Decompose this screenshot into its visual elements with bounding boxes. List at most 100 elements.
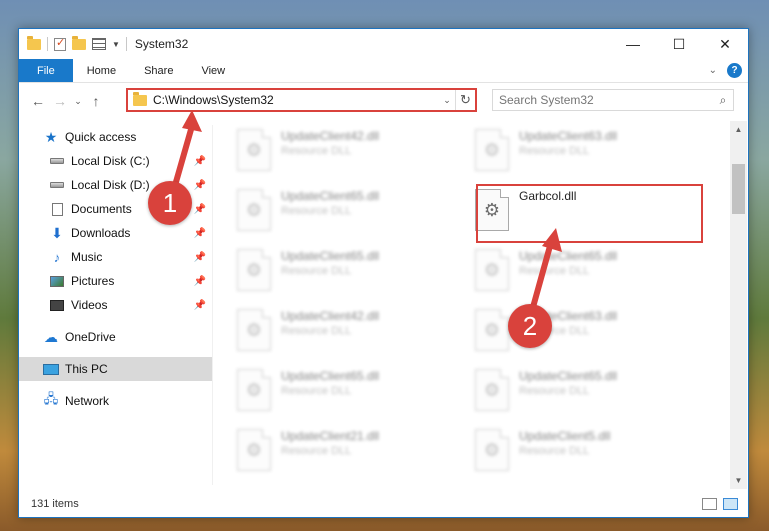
sidebar-item-onedrive[interactable]: ☁ OneDrive xyxy=(19,325,212,349)
address-path[interactable]: C:\Windows\System32 xyxy=(153,93,439,107)
file-item[interactable]: ⚙ UpdateClient63.dll Resource DLL xyxy=(467,305,692,357)
view-toggle xyxy=(702,498,748,510)
file-type: Resource DLL xyxy=(281,385,352,397)
scroll-up-icon[interactable]: ▲ xyxy=(730,121,747,138)
folder-icon[interactable] xyxy=(27,35,41,50)
file-type: Resource DLL xyxy=(281,265,352,277)
pin-icon[interactable]: 📌 xyxy=(194,300,206,311)
file-name: UpdateClient65.dll xyxy=(281,249,380,263)
customize-toolbar-dropdown-icon[interactable]: ▼ xyxy=(112,40,120,49)
file-type: Resource DLL xyxy=(519,265,590,277)
pin-icon[interactable]: 📌 xyxy=(194,252,206,263)
sidebar-item-downloads[interactable]: ⬇ Downloads 📌 xyxy=(19,221,212,245)
file-item[interactable]: ⚙ UpdateClient42.dll Resource DLL xyxy=(229,125,454,177)
dll-file-icon: ⚙ xyxy=(475,429,509,471)
back-button[interactable]: ← xyxy=(27,93,49,109)
sidebar-item-quick-access[interactable]: ★ Quick access xyxy=(19,125,212,149)
new-folder-icon[interactable] xyxy=(72,35,86,50)
tab-file[interactable]: File xyxy=(19,59,73,82)
sidebar-item-label: Quick access xyxy=(65,130,137,144)
file-type: Resource DLL xyxy=(519,385,590,397)
maximize-button[interactable]: ☐ xyxy=(656,29,702,59)
search-icon[interactable]: ⌕ xyxy=(713,93,733,108)
recent-locations-button[interactable]: ⌄ xyxy=(71,96,85,107)
sidebar-item-label: Downloads xyxy=(71,226,131,240)
sidebar-item-label: Local Disk (D:) xyxy=(71,178,150,192)
file-item[interactable]: ⚙ UpdateClient42.dll Resource DLL xyxy=(229,305,454,357)
file-list: ⚙ UpdateClient42.dll Resource DLL ⚙ Updat… xyxy=(219,121,729,487)
star-icon: ★ xyxy=(44,128,58,145)
navigation-bar: ← → ⌄ ↑ C:\Windows\System32 ⌄ ↻ ⌕ xyxy=(19,87,748,115)
pin-icon[interactable]: 📌 xyxy=(194,276,206,287)
file-item[interactable]: ⚙ UpdateClient65.dll Resource DLL xyxy=(467,245,692,297)
sidebar-item-pictures[interactable]: Pictures 📌 xyxy=(19,269,212,293)
sidebar-item-network[interactable]: 🖧 Network xyxy=(19,389,212,413)
scroll-down-icon[interactable]: ▼ xyxy=(730,472,747,489)
file-type: Resource DLL xyxy=(281,445,352,457)
folder-icon xyxy=(133,91,147,106)
up-button[interactable]: ↑ xyxy=(85,93,107,109)
callout-2: 2 xyxy=(508,304,552,348)
ribbon-controls: ⌄ ? xyxy=(709,59,748,82)
videos-icon xyxy=(50,299,64,311)
pin-icon[interactable]: 📌 xyxy=(194,228,206,239)
garbcol-highlight-box xyxy=(476,184,703,243)
sidebar-item-this-pc[interactable]: This PC xyxy=(19,357,212,381)
large-icons-view-icon[interactable] xyxy=(723,498,738,510)
toolbar-separator xyxy=(125,37,127,51)
file-item[interactable]: ⚙ UpdateClient65.dll Resource DLL xyxy=(467,365,692,417)
address-dropdown-icon[interactable]: ⌄ xyxy=(439,95,455,106)
tab-share[interactable]: Share xyxy=(130,59,187,82)
forward-button[interactable]: → xyxy=(49,93,71,109)
expand-ribbon-icon[interactable]: ⌄ xyxy=(709,65,717,76)
dll-file-icon: ⚙ xyxy=(475,369,509,411)
view-options-icon[interactable] xyxy=(92,38,106,50)
dll-file-icon: ⚙ xyxy=(237,249,271,291)
sidebar-item-label: Music xyxy=(71,250,103,264)
sidebar-item-videos[interactable]: Videos 📌 xyxy=(19,293,212,317)
tab-view[interactable]: View xyxy=(187,59,239,82)
pc-icon xyxy=(43,363,59,375)
search-input[interactable] xyxy=(499,93,713,107)
pane-divider[interactable] xyxy=(212,125,213,485)
pin-icon[interactable]: 📌 xyxy=(194,180,206,191)
window-controls: — ☐ ✕ xyxy=(610,29,748,59)
file-item[interactable]: ⚙ UpdateClient65.dll Resource DLL xyxy=(229,185,454,237)
sidebar-item-music[interactable]: ♪ Music 📌 xyxy=(19,245,212,269)
file-item[interactable]: ⚙ UpdateClient21.dll Resource DLL xyxy=(229,425,454,477)
file-explorer-window: ▼ System32 — ☐ ✕ File Home Share View ⌄ … xyxy=(18,28,749,518)
sidebar-item-local-disk-c[interactable]: Local Disk (C:) 📌 xyxy=(19,149,212,173)
file-item[interactable]: ⚙ UpdateClient63.dll Resource DLL xyxy=(467,125,692,177)
callout-1: 1 xyxy=(148,181,192,225)
tab-home[interactable]: Home xyxy=(73,59,130,82)
file-name: UpdateClient65.dll xyxy=(519,249,618,263)
file-name: UpdateClient65.dll xyxy=(519,369,618,383)
sidebar-item-label: Videos xyxy=(71,298,108,312)
file-item[interactable]: ⚙ UpdateClient65.dll Resource DLL xyxy=(229,245,454,297)
disk-icon xyxy=(50,182,64,188)
details-view-icon[interactable] xyxy=(702,498,717,510)
sidebar-item-label: This PC xyxy=(65,362,108,376)
status-bar: 131 items xyxy=(19,491,748,517)
close-button[interactable]: ✕ xyxy=(702,29,748,59)
vertical-scrollbar[interactable]: ▲ ▼ xyxy=(730,121,747,489)
minimize-button[interactable]: — xyxy=(610,29,656,59)
pictures-icon xyxy=(50,275,64,287)
properties-icon[interactable] xyxy=(54,36,66,51)
file-item[interactable]: ⚙ UpdateClient65.dll Resource DLL xyxy=(229,365,454,417)
file-name: UpdateClient21.dll xyxy=(281,429,380,443)
onedrive-icon: ☁ xyxy=(44,328,58,345)
ribbon-tabs: File Home Share View ⌄ ? xyxy=(19,59,748,83)
scroll-thumb[interactable] xyxy=(732,164,745,214)
help-icon[interactable]: ? xyxy=(727,63,742,78)
file-item[interactable]: ⚙ UpdateClient5.dll Resource DLL xyxy=(467,425,692,477)
file-name: UpdateClient63.dll xyxy=(519,129,618,143)
sidebar-item-label: Network xyxy=(65,394,110,408)
quick-access-toolbar: ▼ xyxy=(19,29,127,59)
address-bar[interactable]: C:\Windows\System32 ⌄ ↻ xyxy=(126,88,477,112)
search-box[interactable]: ⌕ xyxy=(492,89,734,111)
pin-icon[interactable]: 📌 xyxy=(194,204,206,215)
refresh-button[interactable]: ↻ xyxy=(455,90,475,110)
window-title: System32 xyxy=(134,37,189,51)
pin-icon[interactable]: 📌 xyxy=(194,156,206,167)
